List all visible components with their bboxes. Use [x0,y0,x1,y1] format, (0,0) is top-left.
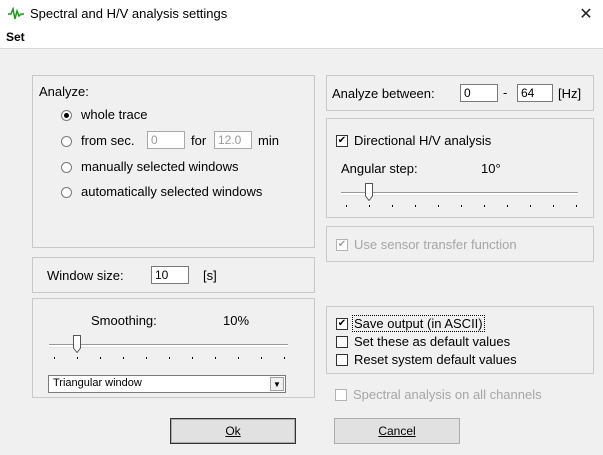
set-default-label[interactable]: Set these as default values [354,334,510,349]
slider-tick [100,357,101,359]
radio-auto-windows[interactable] [61,187,72,198]
sensor-checkbox[interactable]: ✔ [336,239,348,251]
analyze-group: Analyze: whole trace from sec. 0 for 12.… [32,75,315,248]
reset-default-checkbox[interactable] [336,354,348,366]
slider-tick [261,357,262,359]
output-group: ✔ Save output (in ASCII) Set these as de… [326,306,594,374]
slider-tick [461,205,462,207]
sensor-label[interactable]: Use sensor transfer function [354,237,517,252]
slider-tick [146,357,147,359]
dropdown-arrow-icon[interactable]: ▼ [270,377,284,391]
radio-whole-trace[interactable] [61,110,72,121]
angular-step-value: 10° [481,161,501,176]
slider-tick [123,357,124,359]
smoothing-slider-thumb[interactable] [73,335,81,353]
directional-label[interactable]: Directional H/V analysis [354,133,491,148]
window-size-unit: [s] [203,268,217,283]
analyze-heading: Analyze: [39,84,89,99]
smoothing-group: Smoothing: 10% Triangular window ▼ [32,298,315,398]
slider-tick [284,357,285,359]
slider-tick [346,205,347,207]
window-type-value: Triangular window [53,377,142,389]
spectral-all-label[interactable]: Spectral analysis on all channels [353,387,542,402]
menu-item-set[interactable]: Set [6,30,25,44]
directional-group: ✔ Directional H/V analysis Angular step:… [326,118,594,218]
slider-tick [576,205,577,207]
save-output-checkbox[interactable]: ✔ [336,318,348,330]
slider-tick [192,357,193,359]
angular-step-slider-thumb[interactable] [365,183,373,201]
save-output-label[interactable]: Save output (in ASCII) [352,315,485,332]
angular-step-slider-track[interactable] [341,192,578,196]
freq-dash: - [503,85,508,100]
check-icon: ✔ [337,318,347,329]
ok-button[interactable]: Ok [170,418,296,444]
radio-whole-trace-label[interactable]: whole trace [81,107,147,122]
slider-tick [369,205,370,207]
window-size-label: Window size: [47,268,124,283]
angular-step-label: Angular step: [341,161,418,176]
min-label: min [258,133,279,148]
directional-checkbox[interactable]: ✔ [336,135,348,147]
window-title: Spectral and H/V analysis settings [30,6,228,21]
cancel-button[interactable]: Cancel [334,418,460,444]
for-minutes-input[interactable]: 12.0 [214,131,252,149]
check-icon: ✔ [337,135,347,146]
slider-tick [54,357,55,359]
smoothing-value: 10% [223,313,250,328]
slider-tick [415,205,416,207]
slider-tick [169,357,170,359]
title-bar: Spectral and H/V analysis settings ✕ [0,0,603,29]
window-type-select[interactable]: Triangular window ▼ [48,375,286,393]
menu-bar: Set [0,28,603,49]
smoothing-slider-track[interactable] [49,344,288,348]
close-button[interactable]: ✕ [569,0,603,28]
radio-manual-windows-label[interactable]: manually selected windows [81,159,239,174]
window-size-group: Window size: 10 [s] [32,257,315,293]
slider-tick [392,205,393,207]
waveform-app-icon [8,6,24,20]
sensor-group: ✔ Use sensor transfer function [326,226,594,262]
for-label: for [191,133,207,148]
spectral-all-checkbox[interactable] [335,389,347,401]
check-icon: ✔ [337,239,347,250]
slider-tick [238,357,239,359]
window-size-input[interactable]: 10 [151,266,189,284]
from-sec-input[interactable]: 0 [147,131,185,149]
cancel-button-label: Cancel [378,424,416,438]
slider-tick [484,205,485,207]
radio-auto-windows-label[interactable]: automatically selected windows [81,184,262,199]
freq-to-input[interactable]: 64 [517,84,553,102]
analyze-between-group: Analyze between: 0 - 64 [Hz] [326,75,594,111]
reset-default-label[interactable]: Reset system default values [354,352,517,367]
slider-tick [215,357,216,359]
slider-tick [530,205,531,207]
smoothing-label: Smoothing: [91,313,157,328]
slider-tick [507,205,508,207]
analyze-between-label: Analyze between: [332,86,435,101]
radio-from-sec-label[interactable]: from sec. [81,133,134,148]
slider-tick [77,357,78,359]
slider-tick [438,205,439,207]
radio-manual-windows[interactable] [61,162,72,173]
ok-button-label: Ok [225,424,241,438]
radio-from-sec[interactable] [61,136,72,147]
set-default-checkbox[interactable] [336,336,348,348]
freq-from-input[interactable]: 0 [460,84,498,102]
close-icon: ✕ [579,6,593,23]
freq-unit: [Hz] [558,86,582,101]
slider-tick [553,205,554,207]
